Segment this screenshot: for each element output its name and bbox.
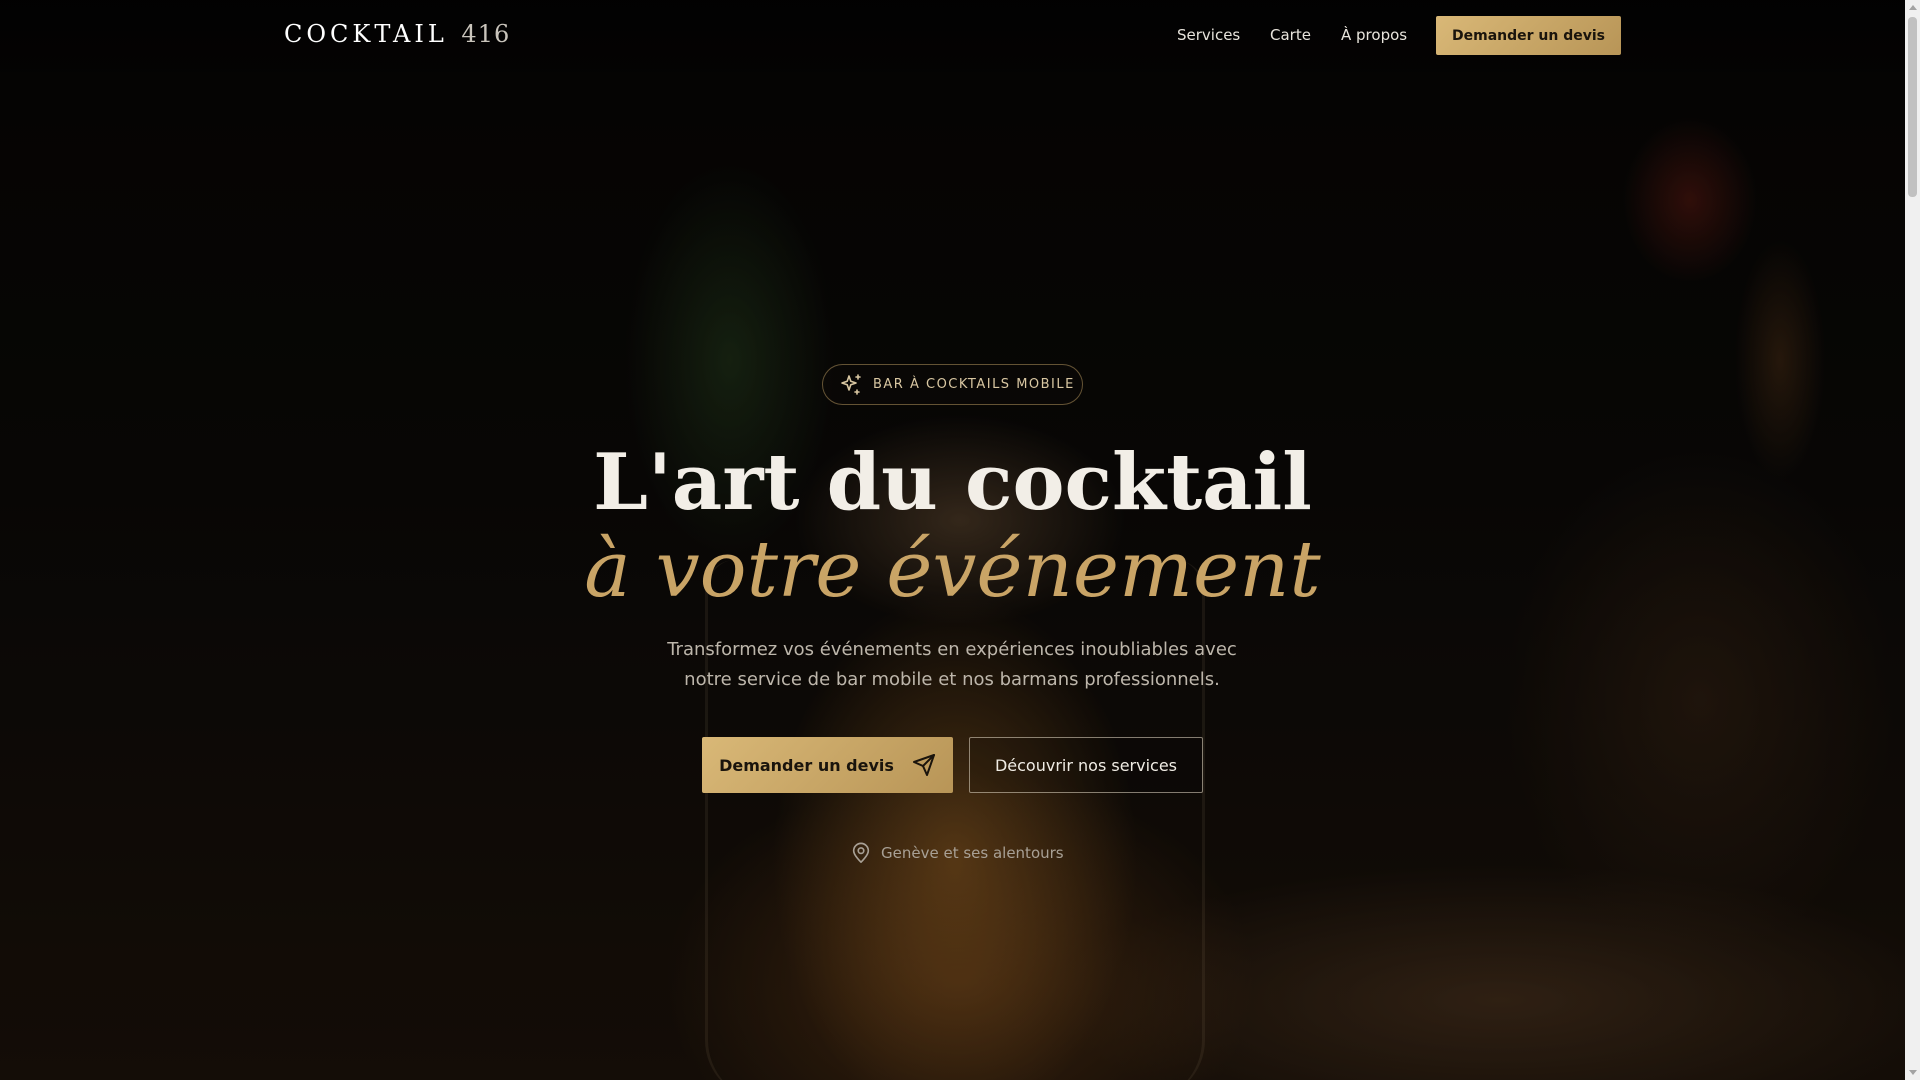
nav-link-carte[interactable]: Carte bbox=[1270, 26, 1311, 44]
page-viewport: COCKTAIL 416 Services Carte À propos Dem… bbox=[0, 0, 1905, 1080]
hero-badge-label: BAR À COCKTAILS MOBILE bbox=[873, 377, 1075, 392]
logo-word: COCKTAIL bbox=[284, 20, 448, 48]
vertical-scrollbar[interactable] bbox=[1905, 0, 1920, 1080]
header-quote-button[interactable]: Demander un devis bbox=[1436, 16, 1621, 55]
send-icon bbox=[912, 754, 935, 776]
hero-quote-button-label: Demander un devis bbox=[719, 755, 894, 775]
location-info: Genève et ses alentours bbox=[850, 842, 1064, 864]
site-header: COCKTAIL 416 Services Carte À propos Dem… bbox=[0, 0, 1905, 72]
discover-services-button[interactable]: Découvrir nos services bbox=[969, 737, 1203, 793]
nav-link-a-propos[interactable]: À propos bbox=[1341, 26, 1407, 44]
hero-badge: BAR À COCKTAILS MOBILE bbox=[822, 364, 1083, 405]
scroll-up-arrow-icon[interactable] bbox=[1905, 0, 1920, 15]
logo[interactable]: COCKTAIL 416 bbox=[284, 20, 510, 48]
hero-title-line-1: L'art du cocktail bbox=[593, 437, 1312, 528]
nav-link-services[interactable]: Services bbox=[1177, 26, 1240, 44]
hero-subtitle: Transformez vos événements en expérience… bbox=[667, 639, 1237, 690]
scroll-down-arrow-icon[interactable] bbox=[1905, 1065, 1920, 1080]
sparkles-icon bbox=[841, 373, 861, 395]
hero-title-line-2: à votre événement bbox=[584, 525, 1321, 615]
map-pin-icon bbox=[852, 842, 870, 863]
scrollbar-thumb[interactable] bbox=[1908, 17, 1917, 197]
hero-quote-button[interactable]: Demander un devis bbox=[702, 737, 953, 793]
location-text: Genève et ses alentours bbox=[881, 844, 1064, 862]
logo-number: 416 bbox=[461, 20, 511, 48]
